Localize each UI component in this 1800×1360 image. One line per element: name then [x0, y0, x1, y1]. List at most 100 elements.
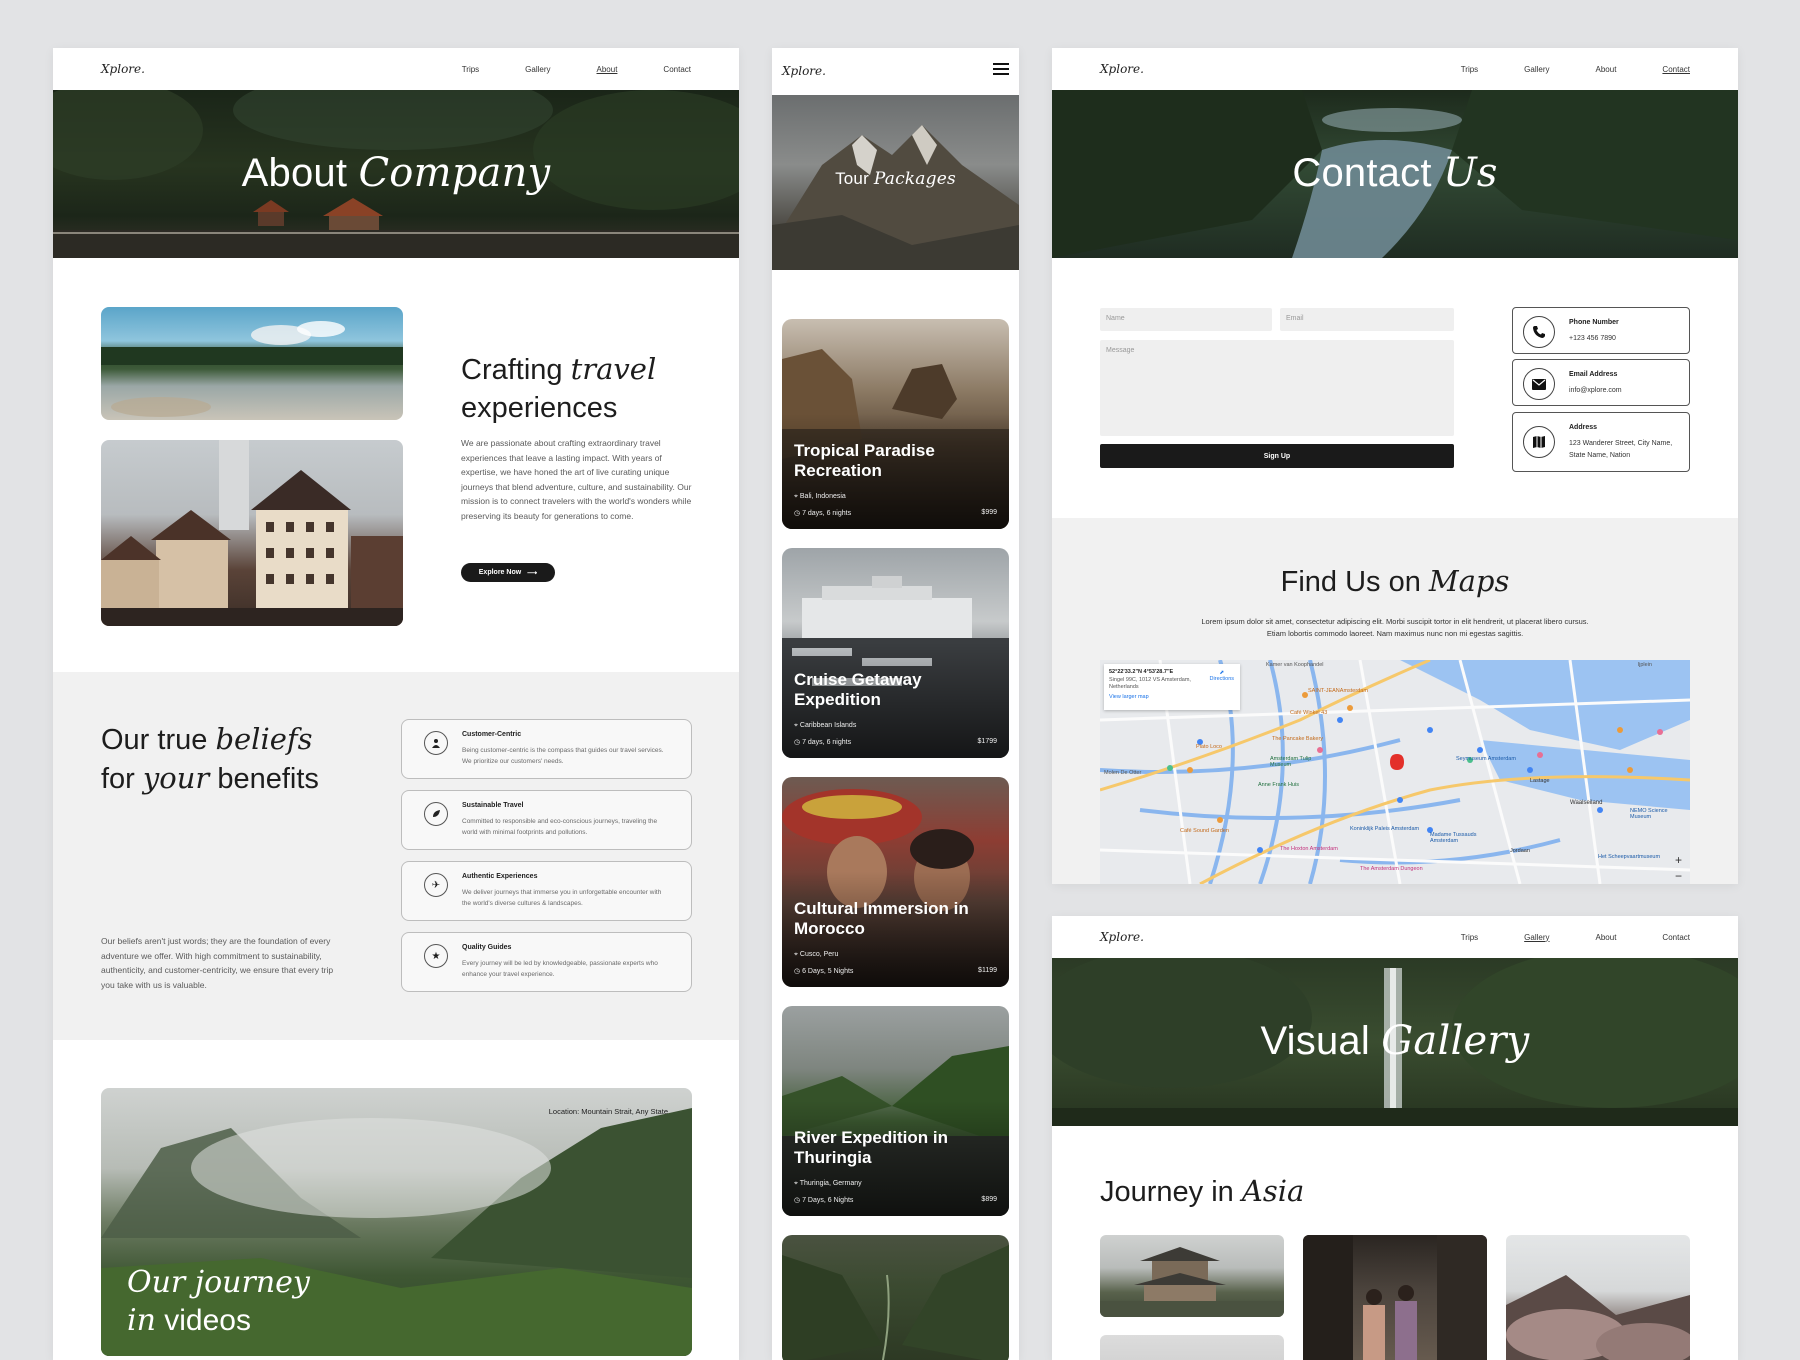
tour-name: Tropical Paradise Recreation	[794, 441, 935, 480]
top-nav: Xplore. Trips Gallery About Contact	[1052, 916, 1738, 958]
blossom-art	[1506, 1275, 1690, 1360]
nav-item-about[interactable]: About	[1596, 65, 1617, 74]
tour-price: $999	[981, 509, 997, 516]
belief-title: Quality Guides	[462, 944, 512, 951]
gallery-image[interactable]	[1100, 1335, 1284, 1360]
explore-now-button[interactable]: Explore Now ⟶	[461, 563, 555, 582]
hamburger-menu-icon[interactable]	[993, 62, 1009, 80]
nav-item-trips[interactable]: Trips	[462, 65, 479, 74]
tour-price: $1199	[978, 967, 997, 974]
nav-item-about[interactable]: About	[597, 65, 618, 74]
gallery-image-blossom[interactable]	[1506, 1235, 1690, 1360]
gallery-image-pagoda[interactable]	[1100, 1235, 1284, 1317]
address-info-card: Address 123 Wanderer Street, City Name, …	[1512, 412, 1690, 472]
logo[interactable]: Xplore.	[782, 64, 826, 78]
tour-price: $1799	[977, 738, 997, 745]
name-field[interactable]: Name	[1100, 308, 1272, 331]
sign-up-button[interactable]: Sign Up	[1100, 444, 1454, 468]
zoom-out-button[interactable]: −	[1675, 868, 1682, 884]
leaf-icon	[424, 802, 448, 826]
map-label: Café Winkel 43	[1290, 710, 1328, 716]
zoom-controls: + −	[1675, 852, 1682, 884]
map-label: Jordaan	[1510, 848, 1530, 854]
info-title: Email Address	[1569, 371, 1618, 378]
map-label: Café Sound Garden	[1180, 828, 1229, 834]
video-block[interactable]: Location: Mountain Strait, Any State Our…	[101, 1088, 692, 1356]
tour-card[interactable]: Cruise Getaway Expedition ⌖ Caribbean Is…	[782, 548, 1009, 758]
town-image-art	[101, 440, 403, 626]
belief-desc: Every journey will be led by knowledgeab…	[462, 960, 658, 978]
lake-image	[101, 307, 403, 420]
belief-desc: We deliver journeys that immerse you in …	[462, 889, 662, 907]
map-label: Kamer van Koophandel	[1266, 662, 1324, 668]
map-label: Waalseiland	[1570, 800, 1603, 806]
clock-icon: ◷	[794, 1197, 803, 1204]
map-label: Ijplein	[1637, 662, 1652, 668]
nav-item-gallery[interactable]: Gallery	[1524, 933, 1549, 942]
map-label: NEMO Science Museum	[1630, 808, 1668, 820]
hero-title: Tour Packages	[835, 169, 956, 189]
map-icon	[1523, 426, 1555, 458]
star-icon: ★	[424, 944, 448, 968]
map-label: The Hoxton Amsterdam	[1280, 846, 1338, 852]
nav-item-gallery[interactable]: Gallery	[1524, 65, 1549, 74]
top-nav: Xplore. Trips Gallery About Contact	[1052, 48, 1738, 90]
gallery-image-street[interactable]	[1303, 1235, 1487, 1360]
tour-card[interactable]: Tropical Paradise Recreation ⌖ Bali, Ind…	[782, 319, 1009, 529]
logo[interactable]: Xplore.	[1100, 62, 1144, 76]
map-label: Lastage	[1530, 778, 1550, 784]
lake-image-art	[101, 321, 403, 417]
info-value[interactable]: info@xplore.com	[1569, 385, 1683, 397]
nav-menu: Trips Gallery About Contact	[1461, 65, 1690, 74]
logo[interactable]: Xplore.	[101, 62, 145, 76]
map-label: Plato Loco	[1196, 744, 1222, 750]
crafting-heading: Crafting travel experiences	[461, 352, 657, 424]
hero-title: Contact Us	[1292, 150, 1498, 196]
nav-item-gallery[interactable]: Gallery	[525, 65, 550, 74]
clock-icon: ◷	[794, 968, 803, 975]
street-art	[1303, 1235, 1487, 1360]
nav-item-contact[interactable]: Contact	[663, 65, 691, 74]
nav-item-contact[interactable]: Contact	[1662, 933, 1690, 942]
zoom-in-button[interactable]: +	[1675, 852, 1682, 868]
directions-label: Directions	[1209, 676, 1234, 682]
map-label: The Amsterdam Dungeon	[1360, 866, 1423, 872]
tour-duration: ◷ 7 days, 6 nights	[794, 739, 852, 746]
nav-item-about[interactable]: About	[1596, 933, 1617, 942]
arrow-right-icon: ⟶	[527, 569, 538, 577]
mail-icon	[1523, 368, 1555, 400]
tour-card[interactable]	[782, 1235, 1009, 1360]
hero-title: Visual Gallery	[1260, 1018, 1530, 1064]
tour-name: Cultural Immersion in Morocco	[794, 899, 969, 938]
info-value[interactable]: +123 456 7890	[1569, 333, 1683, 345]
nav-item-contact[interactable]: Contact	[1662, 65, 1690, 74]
hero-banner: Visual Gallery	[1052, 958, 1738, 1126]
email-field[interactable]: Email	[1280, 308, 1454, 331]
tour-location: ⌖ Thuringia, Germany	[794, 1180, 862, 1187]
nav-item-trips[interactable]: Trips	[1461, 933, 1478, 942]
map-embed[interactable]: 52°22'33.2"N 4°53'28.7"E Singel 99C, 101…	[1100, 660, 1690, 884]
belief-desc: Being customer-centric is the compass th…	[462, 747, 664, 765]
map-label: SAINT-JEANAmsterdam	[1308, 688, 1368, 694]
video-location: Location: Mountain Strait, Any State	[548, 1107, 668, 1116]
email-info-card: Email Address info@xplore.com	[1512, 359, 1690, 406]
hero-banner: Tour Packages	[772, 95, 1019, 270]
nav-menu: Trips Gallery About Contact	[1461, 933, 1690, 942]
tour-card[interactable]: River Expedition in Thuringia ⌖ Thuringi…	[782, 1006, 1009, 1216]
explore-now-label: Explore Now	[478, 569, 522, 576]
logo[interactable]: Xplore.	[1100, 930, 1144, 944]
clock-icon: ◷	[794, 510, 803, 517]
view-larger-map-link[interactable]: View larger map	[1109, 694, 1235, 700]
user-icon	[424, 731, 448, 755]
tour-name: River Expedition in Thuringia	[794, 1128, 948, 1167]
belief-card-authentic: ✈ Authentic Experiences We deliver journ…	[401, 861, 692, 921]
beliefs-heading: Our true beliefs for your benefits	[101, 722, 319, 795]
nav-item-trips[interactable]: Trips	[1461, 65, 1478, 74]
directions-button[interactable]: ⬈ Directions	[1210, 670, 1234, 682]
top-nav: Xplore. Trips Gallery About Contact	[53, 48, 739, 90]
map-label: Anne Frank Huis	[1258, 782, 1299, 788]
message-field[interactable]: Message	[1100, 340, 1454, 436]
tour-card[interactable]: Cultural Immersion in Morocco ⌖ Cusco, P…	[782, 777, 1009, 987]
pagoda-art	[1100, 1247, 1284, 1317]
map-label: Seymuseum Amsterdam	[1456, 756, 1516, 762]
